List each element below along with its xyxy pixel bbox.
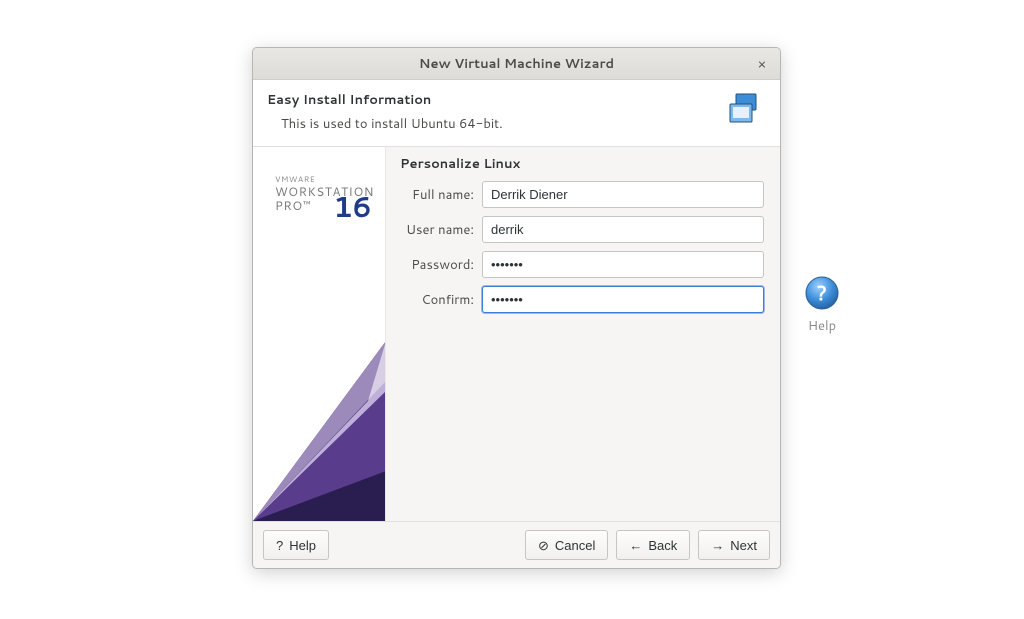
wizard-header-title: Easy Install Information bbox=[267, 91, 722, 109]
wizard-dialog: New Virtual Machine Wizard × Easy Instal… bbox=[252, 47, 781, 569]
next-button-label: Next bbox=[730, 538, 757, 553]
cancel-button-label: Cancel bbox=[555, 538, 595, 553]
fullname-label: Full name: bbox=[398, 186, 482, 204]
fullname-field[interactable] bbox=[482, 181, 764, 208]
brand-number: 16 bbox=[333, 187, 371, 227]
brand-art bbox=[253, 281, 386, 521]
back-button-label: Back bbox=[648, 538, 677, 553]
wizard-header: Easy Install Information This is used to… bbox=[253, 80, 780, 147]
cancel-button[interactable]: ⊘ Cancel bbox=[525, 530, 608, 560]
back-glyph-icon: ← bbox=[629, 539, 642, 552]
next-glyph-icon: → bbox=[711, 539, 724, 552]
form-section-title: Personalize Linux bbox=[400, 155, 764, 173]
titlebar[interactable]: New Virtual Machine Wizard × bbox=[253, 48, 780, 80]
brand-line-pro: PRO™ bbox=[275, 197, 312, 214]
help-glyph-icon: ? bbox=[276, 539, 283, 552]
form-panel: Personalize Linux Full name: User name: … bbox=[386, 147, 780, 521]
help-button[interactable]: ? Help bbox=[263, 530, 329, 560]
username-label: User name: bbox=[398, 221, 482, 239]
next-button[interactable]: → Next bbox=[698, 530, 770, 560]
desktop-help-shortcut[interactable]: ? Help bbox=[792, 275, 852, 335]
password-label: Password: bbox=[398, 256, 482, 274]
cancel-glyph-icon: ⊘ bbox=[538, 539, 549, 552]
help-icon: ? bbox=[804, 275, 840, 311]
brand-sidebar: VMWARE WORKSTATION PRO™ 16 bbox=[253, 147, 386, 521]
close-icon[interactable]: × bbox=[752, 54, 772, 74]
help-button-label: Help bbox=[289, 538, 316, 553]
svg-text:?: ? bbox=[817, 279, 827, 307]
wizard-header-subtitle: This is used to install Ubuntu 64-bit. bbox=[281, 115, 722, 133]
vm-icon bbox=[722, 90, 766, 134]
password-field[interactable] bbox=[482, 251, 764, 278]
username-field[interactable] bbox=[482, 216, 764, 243]
desktop-help-label: Help bbox=[792, 317, 852, 335]
wizard-body: VMWARE WORKSTATION PRO™ 16 Personalize L… bbox=[253, 147, 780, 521]
confirm-label: Confirm: bbox=[398, 291, 482, 309]
back-button[interactable]: ← Back bbox=[616, 530, 690, 560]
dialog-title: New Virtual Machine Wizard bbox=[253, 55, 780, 73]
wizard-button-bar: ? Help ⊘ Cancel ← Back → Next bbox=[253, 521, 780, 568]
confirm-field[interactable] bbox=[482, 286, 764, 313]
